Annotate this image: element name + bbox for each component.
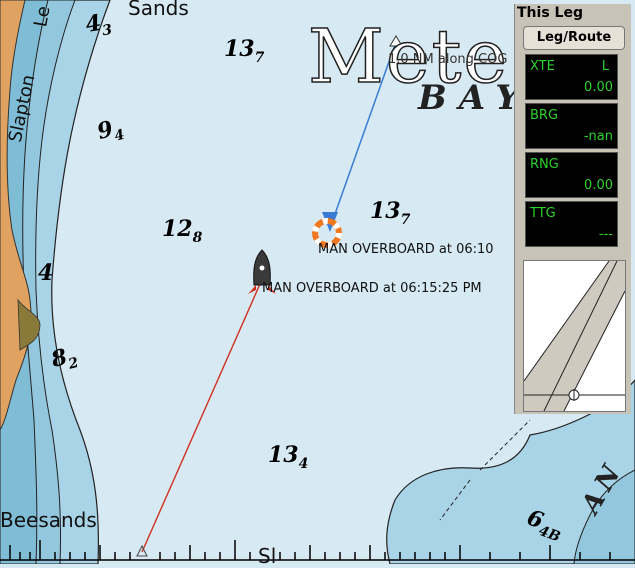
instrument-unit: L: [601, 59, 609, 74]
sounding-depth: 137: [224, 36, 265, 66]
instrument-label: TTG: [530, 206, 556, 221]
place-name-sl: Sl: [258, 544, 277, 568]
steering-highway-display: [523, 260, 626, 412]
rng-instrument: RNG 0.00: [525, 152, 618, 198]
this-leg-panel: This Leg Leg/Route XTE L 0.00 BRG -nan R…: [514, 4, 631, 414]
instrument-value: 0.00: [584, 80, 613, 95]
sounding-depth: 43: [83, 9, 114, 40]
instrument-value: ---: [598, 227, 613, 242]
cog-route-label: 1.0 NM along COG: [388, 52, 508, 67]
instrument-label: RNG: [530, 157, 559, 172]
brg-instrument: BRG -nan: [525, 103, 618, 149]
instrument-label: BRG: [530, 108, 559, 123]
leg-route-button[interactable]: Leg/Route: [523, 26, 625, 50]
ttg-instrument: TTG ---: [525, 201, 618, 247]
place-name-le: Le: [30, 4, 55, 29]
xte-instrument: XTE L 0.00: [525, 54, 618, 100]
sounding-depth: 128: [162, 216, 203, 246]
sounding-depth: 4: [38, 260, 54, 286]
instrument-label: XTE: [530, 59, 555, 74]
place-name-sands: Sands: [128, 0, 189, 20]
panel-title: This Leg: [517, 5, 583, 21]
place-name-beesands: Beesands: [0, 508, 97, 532]
highway-graphic: [523, 260, 626, 412]
instrument-value: 0.00: [584, 178, 613, 193]
ship-mob-label[interactable]: MAN OVERBOARD at 06:15:25 PM: [262, 281, 482, 296]
sounding-depth: 134: [268, 442, 309, 472]
instrument-value: -nan: [583, 129, 613, 144]
sounding-depth: 137: [370, 198, 411, 228]
mob-marker-label[interactable]: MAN OVERBOARD at 06:10: [318, 242, 494, 257]
